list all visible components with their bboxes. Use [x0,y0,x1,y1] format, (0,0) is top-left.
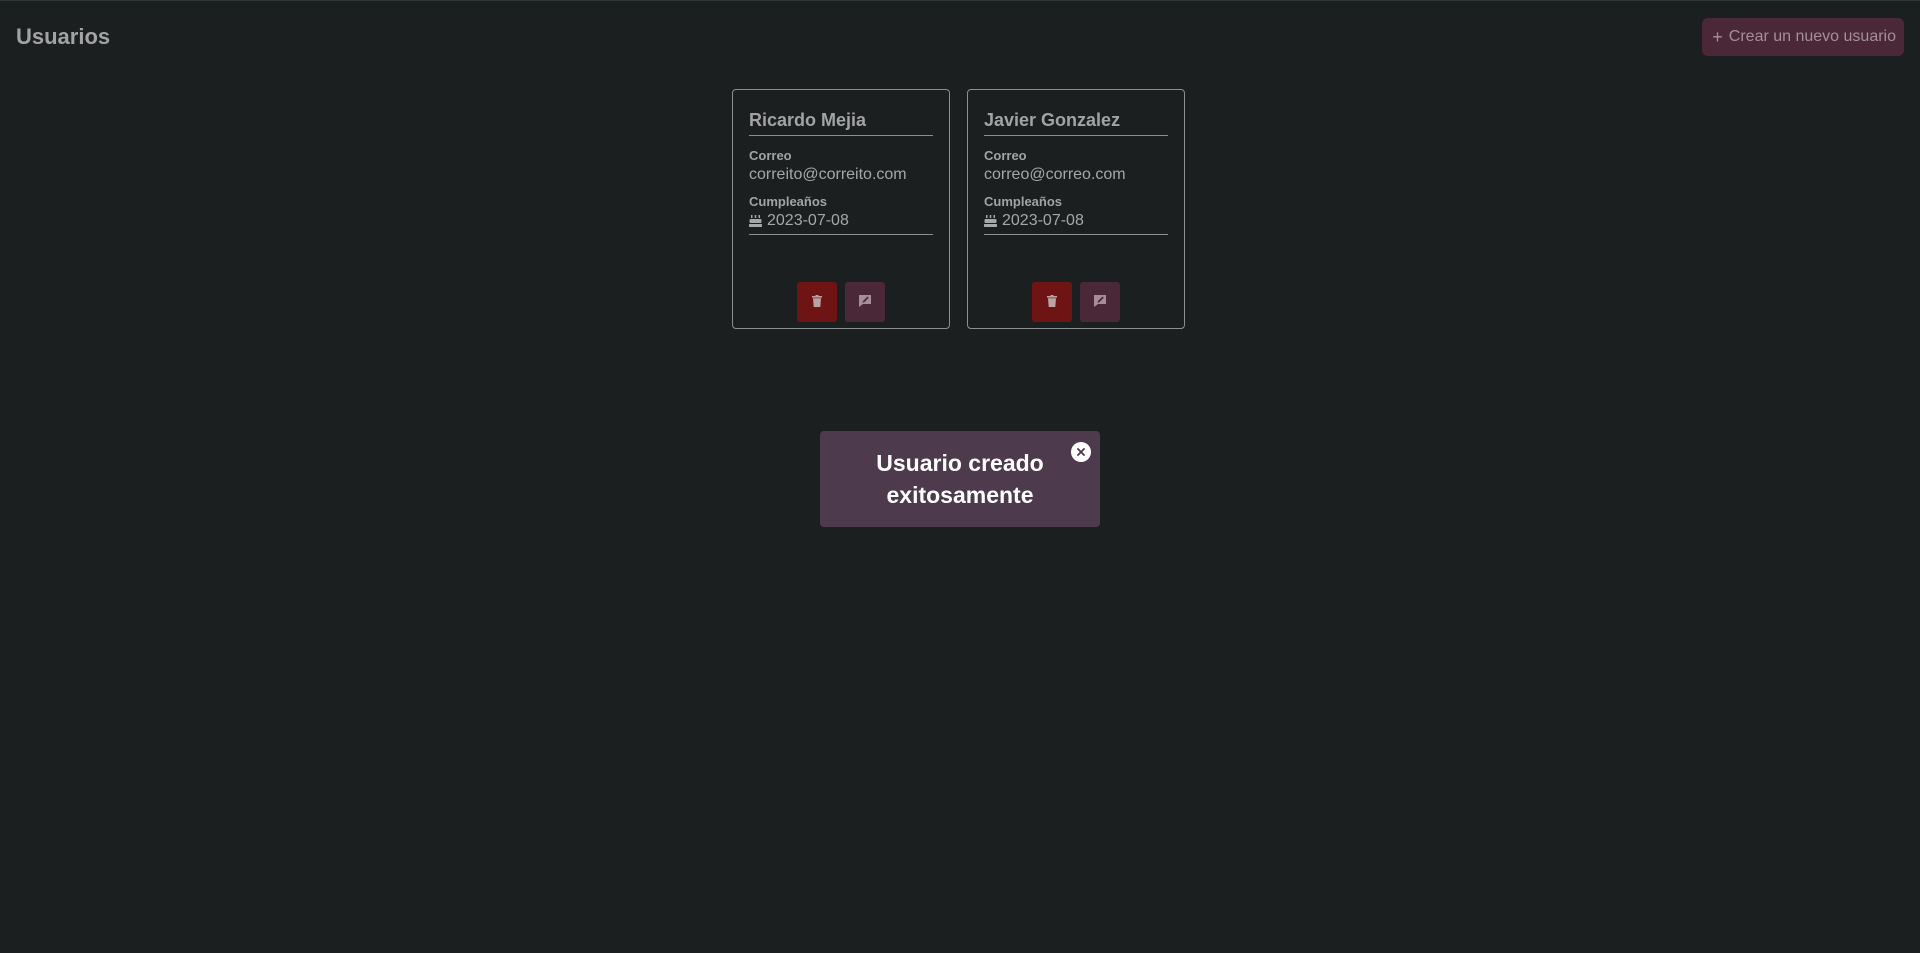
trash-icon [1047,294,1057,310]
card-actions [733,282,949,322]
email-value: correito@correito.com [749,166,907,183]
user-card-list: Ricardo Mejia Correo correito@correito.c… [732,89,1185,329]
toast-close-button[interactable] [1071,442,1091,462]
email-value: correo@correo.com [984,166,1126,183]
edit-icon [859,294,871,310]
delete-user-button[interactable] [1032,282,1072,322]
user-name: Ricardo Mejia [749,110,933,136]
close-icon [1077,443,1085,461]
delete-user-button[interactable] [797,282,837,322]
cake-icon [749,215,762,227]
user-card: Ricardo Mejia Correo correito@correito.c… [732,89,950,329]
user-name: Javier Gonzalez [984,110,1168,136]
toast-message: Usuario creado exitosamente [876,450,1044,508]
top-border [0,0,1920,1]
birthday-label: Cumpleaños [984,194,1063,209]
cake-icon [984,215,997,227]
trash-icon [812,294,822,310]
page-title: Usuarios [16,24,111,49]
birthday-value: 2023-07-08 [1002,212,1084,229]
birthday-value: 2023-07-08 [767,212,849,229]
birthday-row: 2023-07-08 [984,212,1168,235]
email-label: Correo [984,148,1027,163]
card-actions [968,282,1184,322]
birthday-row: 2023-07-08 [749,212,933,235]
birthday-label: Cumpleaños [749,194,828,209]
create-user-button-label: Crear un nuevo usuario [1728,28,1896,45]
edit-icon [1094,294,1106,310]
edit-user-button[interactable] [845,282,885,322]
user-card: Javier Gonzalez Correo correo@correo.com… [967,89,1185,329]
create-user-button[interactable]: + Crear un nuevo usuario [1702,18,1904,56]
plus-icon: + [1712,27,1723,47]
edit-user-button[interactable] [1080,282,1120,322]
email-label: Correo [749,148,792,163]
success-toast: Usuario creado exitosamente [820,431,1100,527]
